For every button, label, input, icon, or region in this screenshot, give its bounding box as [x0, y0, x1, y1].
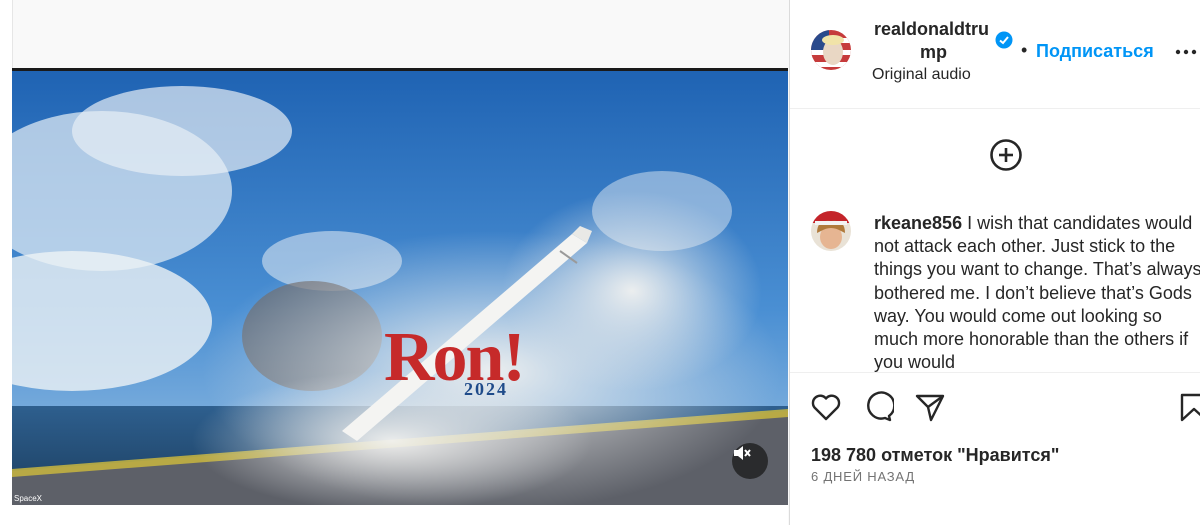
ron-logo-year: 2024	[464, 379, 508, 399]
comment-author[interactable]: rkeane856	[874, 213, 962, 233]
video-frame	[12, 71, 788, 505]
post-header: realdonaldtru mp • Подписаться Original …	[790, 0, 1200, 109]
follow-button[interactable]: Подписаться	[1036, 41, 1154, 62]
share-icon[interactable]	[914, 391, 946, 428]
smoke-cloud	[502, 191, 762, 391]
header-separator: •	[1021, 40, 1028, 60]
bookmark-icon[interactable]	[1178, 391, 1200, 428]
verified-badge-icon	[995, 31, 1013, 54]
post-timestamp[interactable]: 6 ДНЕЙ НАЗАД	[811, 469, 915, 484]
cloud	[72, 86, 292, 176]
more-options-icon[interactable]	[1174, 40, 1198, 69]
comment-icon[interactable]	[862, 391, 896, 428]
post-sidebar: realdonaldtru mp • Подписаться Original …	[789, 0, 1200, 525]
original-audio-link[interactable]: Original audio	[872, 66, 971, 84]
post-actions: 198 780 отметок "Нравится" 6 ДНЕЙ НАЗАД	[790, 372, 1200, 525]
page-left-gutter	[0, 0, 12, 525]
mute-button[interactable]	[732, 443, 768, 479]
comment-text-block: rkeane856 I wish that candidates would n…	[874, 212, 1200, 372]
add-circle-icon[interactable]	[989, 138, 1023, 177]
comment-body: I wish that candidates would not attack …	[874, 213, 1200, 372]
likes-count[interactable]: 198 780 отметок "Нравится"	[811, 445, 1059, 466]
commenter-avatar[interactable]	[811, 211, 851, 251]
media-bottom-strip	[12, 505, 788, 525]
author-avatar[interactable]	[811, 30, 851, 70]
author-username-line2[interactable]: mp	[920, 42, 947, 63]
heart-icon[interactable]	[810, 391, 842, 428]
author-username-line1[interactable]: realdonaldtru	[874, 19, 989, 40]
source-watermark: SpaceX	[14, 494, 43, 503]
speaker-muted-icon	[734, 446, 751, 460]
video-player[interactable]: Ron! 2024 SpaceX	[12, 68, 788, 505]
